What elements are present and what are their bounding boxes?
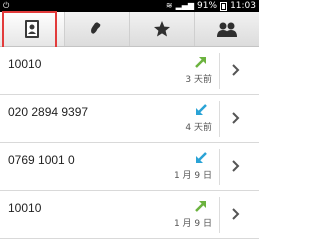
phone-number: 10010	[8, 57, 42, 71]
divider	[219, 197, 220, 233]
tab-call-log[interactable]	[65, 12, 130, 46]
divider	[219, 53, 220, 89]
battery-percent: 91%	[197, 1, 218, 11]
incoming-call-arrow-icon	[196, 152, 207, 163]
tab-contacts[interactable]	[0, 12, 65, 46]
list-item[interactable]: 020 2894 9397 4 天前	[0, 95, 259, 143]
tab-bar	[0, 12, 259, 47]
status-bar: ⏻ ≋ ▂▄▆ 91% 11:03	[0, 0, 259, 12]
phone-number: 0769 1001 0	[8, 153, 75, 167]
phone-handset-icon	[91, 22, 101, 34]
wifi-icon: ≋	[165, 1, 173, 10]
chevron-right-icon[interactable]	[231, 63, 240, 77]
chevron-right-icon[interactable]	[231, 207, 240, 221]
outgoing-call-arrow-icon	[195, 201, 206, 212]
people-icon	[217, 22, 237, 37]
star-icon	[154, 21, 170, 37]
outgoing-call-arrow-icon	[195, 57, 206, 68]
usb-icon: ⏻	[3, 1, 10, 10]
divider	[219, 101, 220, 137]
call-list: 10010 3 天前 020 2894 9397 4 天前 0769 1001 …	[0, 47, 259, 239]
divider	[219, 149, 220, 185]
phone-number: 10010	[8, 201, 42, 215]
call-date: 1 月 9 日	[173, 219, 212, 229]
battery-icon	[220, 1, 228, 11]
phone-number: 020 2894 9397	[8, 105, 89, 119]
chevron-right-icon[interactable]	[231, 159, 240, 173]
list-item[interactable]: 10010 3 天前	[0, 47, 259, 95]
incoming-call-arrow-icon	[196, 104, 207, 115]
tab-groups[interactable]	[195, 12, 259, 46]
call-date: 1 月 9 日	[173, 171, 212, 181]
chevron-right-icon[interactable]	[231, 111, 240, 125]
status-time: 11:03	[230, 1, 256, 11]
contacts-book-icon	[25, 20, 39, 38]
tab-favorites[interactable]	[130, 12, 195, 46]
call-date: 4 天前	[185, 123, 212, 133]
signal-icon: ▂▄▆	[175, 1, 195, 10]
call-date: 3 天前	[185, 75, 212, 85]
list-item[interactable]: 10010 1 月 9 日	[0, 191, 259, 239]
list-item[interactable]: 0769 1001 0 1 月 9 日	[0, 143, 259, 191]
